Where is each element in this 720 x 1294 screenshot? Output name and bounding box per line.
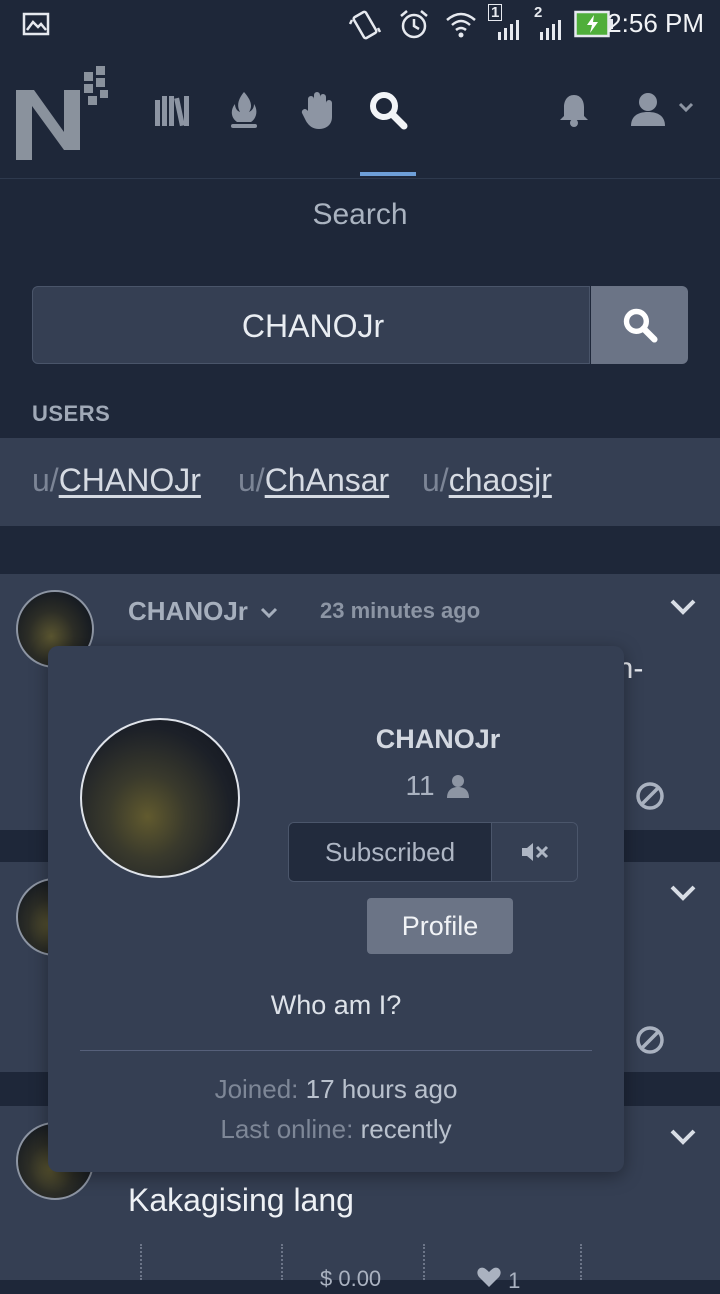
top-navigation (0, 50, 720, 179)
subscriber-count: 11 (288, 770, 588, 802)
user-result-name[interactable]: CHANOJr (59, 462, 201, 498)
last-online-info: Last online: recently (48, 1114, 624, 1145)
mute-icon (521, 843, 548, 861)
active-tab-indicator (360, 172, 416, 176)
popover-username[interactable]: CHANOJr (288, 724, 588, 755)
joined-info: Joined: 17 hours ago (48, 1074, 624, 1105)
user-prefix: u/ (238, 462, 265, 498)
search-field[interactable] (32, 286, 593, 365)
search-button[interactable] (591, 286, 688, 364)
search-input[interactable] (33, 287, 593, 365)
user-result-name[interactable]: ChAnsar (265, 462, 390, 498)
user-result-chaosjr[interactable]: u/chaosjr (422, 462, 552, 499)
subscription-controls: Subscribed (288, 822, 578, 882)
action-divider (423, 1244, 425, 1280)
alarm-icon (400, 10, 428, 39)
nav-search-icon[interactable] (368, 90, 408, 130)
user-prefix: u/ (32, 462, 59, 498)
block-icon[interactable] (634, 780, 666, 812)
last-online-value: recently (360, 1114, 452, 1144)
image-icon (22, 12, 50, 36)
wifi-icon (446, 12, 476, 38)
subscribed-button[interactable]: Subscribed (289, 823, 492, 881)
post-author-name[interactable]: CHANOJr (128, 596, 279, 627)
popover-avatar[interactable] (80, 718, 240, 878)
profile-button[interactable]: Profile (367, 898, 513, 954)
status-bar: 1 2 2:56 PM (0, 0, 720, 50)
signal-icon-2: 2 (532, 4, 568, 42)
users-section-heading: USERS (32, 401, 111, 426)
nav-library-icon[interactable] (152, 90, 192, 130)
action-divider (140, 1244, 142, 1280)
chevron-down-icon[interactable] (668, 878, 698, 908)
tip-amount[interactable]: $ 0.00 (320, 1266, 381, 1292)
post-text: Kakagising lang (128, 1182, 354, 1218)
post-timestamp: 23 minutes ago (320, 598, 481, 623)
chevron-down-icon[interactable] (668, 592, 698, 622)
user-result-chanojr[interactable]: u/CHANOJr (32, 462, 201, 499)
block-icon[interactable] (634, 1024, 666, 1056)
user-result-name[interactable]: chaosjr (449, 462, 552, 498)
nav-raised-hand-icon[interactable] (298, 90, 338, 130)
subscriber-count-value: 11 (405, 770, 435, 801)
user-results-list: u/CHANOJr u/ChAnsar u/chaosjr (0, 438, 720, 526)
vibrate-icon (348, 10, 382, 40)
heart-icon (477, 1267, 501, 1287)
post-author-label[interactable]: CHANOJr (128, 596, 248, 626)
signal-icon-1: 1 (488, 4, 524, 42)
search-icon (623, 308, 658, 343)
nav-flame-icon[interactable] (224, 90, 264, 130)
notifications-bell-icon[interactable] (554, 90, 594, 130)
status-clock: 2:56 PM (607, 8, 704, 38)
joined-label: Joined: (214, 1074, 299, 1104)
mute-button[interactable] (492, 823, 577, 881)
divider (80, 1050, 592, 1051)
chevron-down-icon[interactable] (668, 1122, 698, 1152)
user-bio: Who am I? (270, 990, 402, 1020)
subscribers-user-icon (446, 775, 469, 798)
like-button[interactable]: 1 (476, 1266, 520, 1294)
like-count: 1 (508, 1268, 521, 1293)
user-prefix: u/ (422, 462, 449, 498)
app-logo[interactable] (14, 62, 114, 162)
action-divider (281, 1244, 283, 1280)
user-popover-card: CHANOJr 11 Subscribed Profile Who am I? … (48, 646, 624, 1172)
page-title: Search (312, 198, 408, 231)
user-result-chansar[interactable]: u/ChAnsar (238, 462, 389, 499)
action-divider (580, 1244, 582, 1280)
user-menu-icon[interactable] (628, 90, 700, 130)
last-online-label: Last online: (220, 1114, 354, 1144)
chevron-down-icon[interactable] (259, 606, 279, 620)
joined-value: 17 hours ago (305, 1074, 458, 1104)
